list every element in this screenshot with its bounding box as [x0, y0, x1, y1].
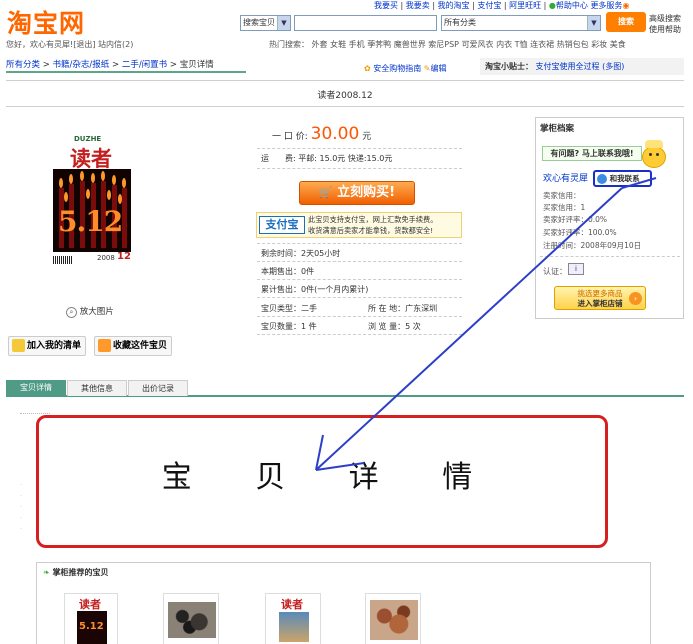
recommend-panel: ❧ 掌柜推荐的宝贝 读者 5.12 读者	[36, 562, 651, 644]
recommend-item[interactable]: 读者	[265, 593, 321, 644]
recommend-item[interactable]: 读者 5.12	[64, 593, 118, 644]
mini-brand: 读者	[79, 598, 101, 611]
recommend-image: 读者 5.12	[77, 596, 107, 644]
recommend-image	[370, 600, 418, 640]
recommend-item[interactable]	[365, 593, 421, 644]
annotation-arrow	[315, 177, 657, 471]
mini-brand: 读者	[281, 598, 303, 611]
recommend-title: ❧ 掌柜推荐的宝贝	[43, 568, 109, 577]
recommend-item[interactable]	[163, 593, 219, 644]
mini-numbers: 5.12	[79, 621, 104, 632]
recommend-image: 读者	[278, 596, 310, 644]
recommend-image	[168, 602, 216, 638]
leaf-icon: ❧	[43, 568, 50, 577]
